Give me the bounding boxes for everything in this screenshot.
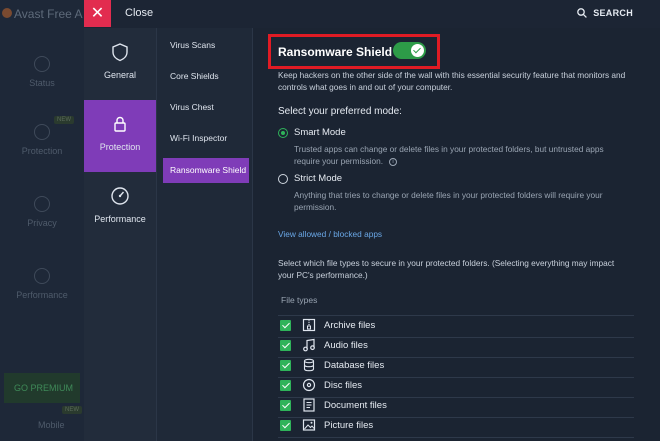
submenu-item-virus-chest[interactable]: Virus Chest xyxy=(163,95,249,120)
strict-mode-description: Anything that tries to change or delete … xyxy=(294,190,603,213)
file-type-label: Database files xyxy=(324,360,385,371)
gauge-icon xyxy=(34,268,50,284)
shield-description: Keep hackers on the other side of the wa… xyxy=(278,70,626,93)
file-type-row-database: Database files xyxy=(280,357,634,377)
gauge-icon xyxy=(111,187,129,205)
music-note-icon xyxy=(303,338,315,352)
archive-icon xyxy=(302,318,316,332)
document-files-checkbox[interactable] xyxy=(280,400,291,411)
category-performance[interactable]: Performance xyxy=(84,172,156,244)
submenu-item-core-shields[interactable]: Core Shields xyxy=(163,64,249,89)
toggle-check-icon xyxy=(411,44,424,57)
avast-logo-icon xyxy=(2,8,12,18)
protection-submenu: Virus Scans Core Shields Virus Chest Wi-… xyxy=(156,28,252,441)
settings-categories: General Protection Performance xyxy=(84,28,156,441)
picture-icon xyxy=(302,419,316,431)
page-title: Ransomware Shield xyxy=(278,45,393,59)
file-type-row-document: Document files xyxy=(280,397,634,417)
lock-icon xyxy=(114,116,126,132)
file-type-row-picture: Picture files xyxy=(280,417,634,437)
database-files-checkbox[interactable] xyxy=(280,360,291,371)
submenu-item-wifi-inspector[interactable]: Wi-Fi Inspector xyxy=(163,126,249,151)
file-type-label: Archive files xyxy=(324,320,376,331)
file-type-label: Audio files xyxy=(324,340,368,351)
file-type-label: Document files xyxy=(324,400,387,411)
database-icon xyxy=(303,358,315,372)
background-app-sidebar: Avast Free A Status Protection NEW Priva… xyxy=(0,0,84,441)
close-icon[interactable]: ✕ xyxy=(84,0,111,27)
file-types-description: Select which file types to secure in you… xyxy=(278,258,615,281)
archive-files-checkbox[interactable] xyxy=(280,320,291,331)
strict-mode-radio[interactable] xyxy=(278,174,288,184)
audio-files-checkbox[interactable] xyxy=(280,340,291,351)
background-nav-protection: Protection xyxy=(0,124,84,156)
category-label: Performance xyxy=(94,214,146,224)
smart-mode-label[interactable]: Smart Mode xyxy=(294,127,346,138)
submenu-item-ransomware-shield[interactable]: Ransomware Shield xyxy=(163,158,249,183)
settings-topbar xyxy=(84,0,660,28)
file-type-label: Picture files xyxy=(324,420,374,431)
background-go-premium: GO PREMIUM xyxy=(4,373,80,403)
background-nav-status: Status xyxy=(0,56,84,88)
status-icon xyxy=(34,56,50,72)
view-allowed-blocked-link[interactable]: View allowed / blocked apps xyxy=(278,229,382,239)
info-icon[interactable]: i xyxy=(389,157,397,166)
file-types-heading: File types xyxy=(281,295,318,305)
smart-mode-radio[interactable] xyxy=(278,128,288,138)
mode-heading: Select your preferred mode: xyxy=(278,106,402,117)
picture-files-checkbox[interactable] xyxy=(280,420,291,431)
file-type-label: Disc files xyxy=(324,380,363,391)
fingerprint-icon xyxy=(34,196,50,212)
file-type-row-archive: Archive files xyxy=(280,317,634,337)
submenu-item-virus-scans[interactable]: Virus Scans xyxy=(163,33,249,58)
close-button[interactable]: Close xyxy=(125,7,153,19)
category-general[interactable]: General xyxy=(84,28,156,100)
background-mobile: Mobile xyxy=(38,420,65,430)
background-new-badge: NEW xyxy=(54,116,74,124)
divider xyxy=(278,437,634,438)
background-app-title: Avast Free A xyxy=(14,7,83,21)
document-icon xyxy=(303,398,315,412)
strict-mode-label[interactable]: Strict Mode xyxy=(294,173,342,184)
disc-files-checkbox[interactable] xyxy=(280,380,291,391)
file-type-row-disc: Disc files xyxy=(280,377,634,397)
category-protection[interactable]: Protection xyxy=(84,100,156,172)
divider xyxy=(278,315,634,316)
lock-icon xyxy=(34,124,50,140)
smart-mode-description: Trusted apps can change or delete files … xyxy=(294,144,604,167)
ransomware-shield-toggle[interactable] xyxy=(393,42,426,59)
search-button[interactable]: SEARCH xyxy=(577,8,633,18)
disc-icon xyxy=(302,378,316,392)
file-type-row-audio: Audio files xyxy=(280,337,634,357)
shield-icon xyxy=(112,43,128,62)
search-label: SEARCH xyxy=(593,8,633,18)
ransomware-shield-panel: Ransomware Shield Keep hackers on the ot… xyxy=(252,28,660,441)
search-icon xyxy=(577,8,588,18)
category-label: Protection xyxy=(99,142,141,152)
background-nav-privacy: Privacy xyxy=(0,196,84,228)
background-nav-performance: Performance xyxy=(0,268,84,300)
category-label: General xyxy=(103,70,137,80)
